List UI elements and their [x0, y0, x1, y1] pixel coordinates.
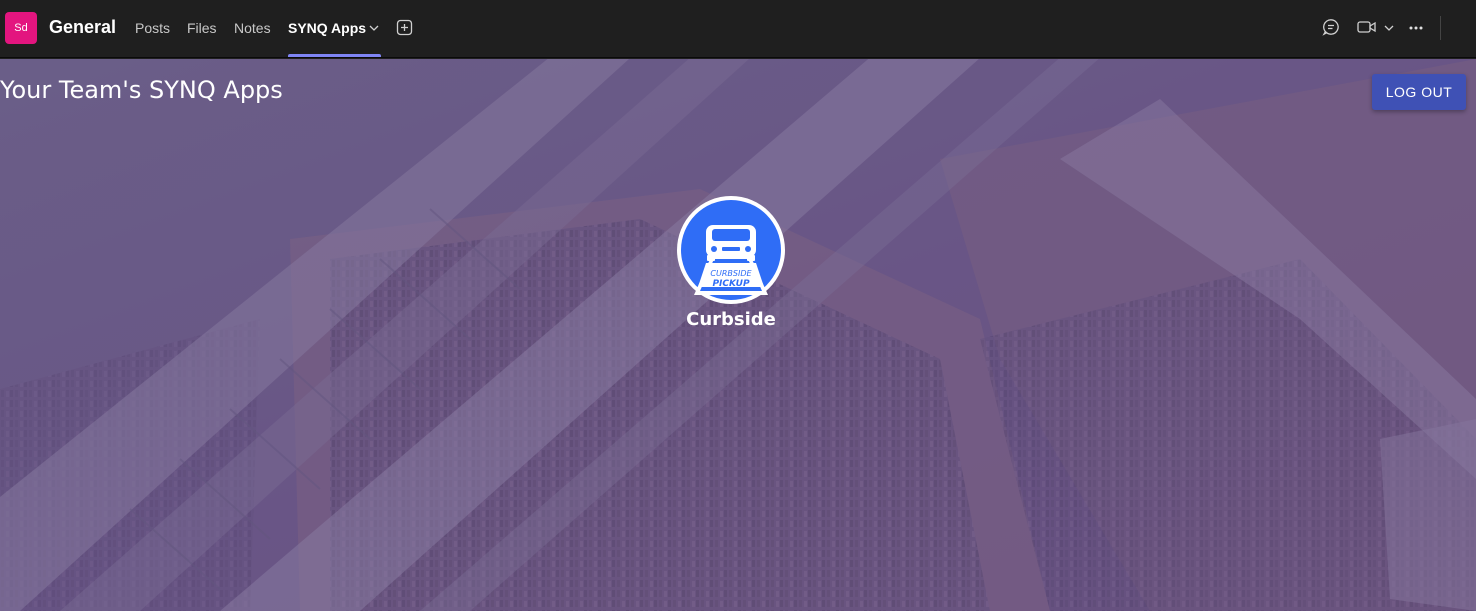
logout-button[interactable]: LOG OUT — [1372, 74, 1466, 110]
icon-label-line2: PICKUP — [712, 279, 750, 289]
curbside-pickup-icon[interactable]: CURBSIDE PICKUP — [676, 195, 786, 305]
tab-files[interactable]: Files — [187, 20, 217, 36]
active-tab-indicator — [288, 54, 381, 57]
more-options-icon[interactable] — [1408, 23, 1424, 33]
chevron-down-icon[interactable] — [1384, 23, 1394, 33]
tab-notes[interactable]: Notes — [234, 20, 271, 36]
tint-overlay — [0, 59, 1476, 611]
app-name[interactable]: Curbside — [672, 309, 790, 330]
app-tile-curbside[interactable]: CURBSIDE PICKUP Curbside — [672, 194, 792, 334]
chat-icon[interactable] — [1322, 18, 1340, 36]
icon-label-line1: CURBSIDE — [710, 269, 752, 278]
team-avatar[interactable]: Sd — [5, 12, 37, 44]
tab-synq-apps[interactable]: SYNQ Apps — [288, 20, 366, 36]
chevron-down-icon[interactable] — [369, 23, 379, 33]
channel-title: General — [49, 17, 117, 37]
synq-apps-panel: Your Team's SYNQ Apps LOG OUT CURBSIDE P… — [0, 59, 1476, 611]
tab-posts[interactable]: Posts — [135, 20, 170, 36]
page-title: Your Team's SYNQ Apps — [0, 76, 283, 104]
teams-header-bar: Sd General Posts Files Notes SYNQ Apps — [0, 0, 1476, 58]
add-tab-icon[interactable] — [396, 19, 413, 36]
video-call-icon[interactable] — [1357, 18, 1377, 36]
header-divider — [1440, 16, 1441, 40]
